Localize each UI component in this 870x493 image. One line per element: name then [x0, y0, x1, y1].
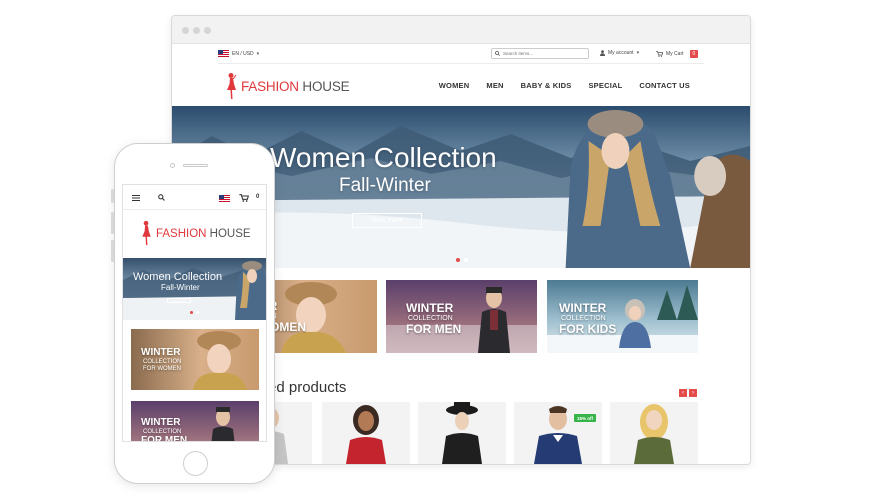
- mobile-screen: 0 FASHION HOUSE Women Collection Fall-Wi…: [122, 184, 267, 442]
- next-arrow-button[interactable]: ›: [689, 389, 697, 397]
- hamburger-icon[interactable]: [132, 195, 140, 201]
- product-image: [442, 402, 482, 464]
- fashion-model-icon: [142, 220, 151, 246]
- phone-home-button: [183, 451, 208, 476]
- product-image: [634, 404, 674, 464]
- account-label: My account: [608, 50, 634, 56]
- user-icon: [600, 50, 605, 56]
- mobile-top-bar: 0: [123, 185, 266, 210]
- product-card[interactable]: 15% off: [514, 402, 602, 464]
- product-image: [534, 406, 582, 464]
- mobile-banner-men-line3: FOR MEN: [141, 435, 188, 442]
- mobile-brand-name: FASHION HOUSE: [156, 228, 251, 240]
- banner-winter-kids[interactable]: WINTER COLLECTION FOR KIDS: [547, 280, 698, 353]
- browser-title-bar: [172, 16, 750, 44]
- window-dot: [193, 27, 200, 34]
- main-navigation: WOMEN MEN BABY & KIDS SPECIAL CONTACT US: [439, 81, 690, 90]
- banner-men-line3: FOR MEN: [406, 322, 462, 336]
- banner-men-line1: WINTER: [406, 301, 454, 315]
- mobile-banner-winter-men[interactable]: WINTER COLLECTION FOR MEN: [131, 401, 259, 442]
- cart-label: My Cart: [666, 51, 684, 57]
- hero-subtitle: Fall-Winter: [339, 175, 431, 196]
- prev-arrow-button[interactable]: ‹: [679, 389, 687, 397]
- mobile-brand-logo[interactable]: FASHION HOUSE: [123, 210, 266, 258]
- search-icon: [495, 51, 500, 56]
- mobile-banner-women-line3: FOR WOMEN: [143, 366, 181, 372]
- site-header: FASHION HOUSE WOMEN MEN BABY & KIDS SPEC…: [218, 64, 704, 106]
- hero-title: Women Collection: [270, 142, 497, 173]
- banner-men-line2: COLLECTION: [408, 315, 453, 322]
- phone-side-button: [111, 212, 114, 234]
- slider-dots: [456, 258, 468, 262]
- mobile-hero-subtitle: Fall-Winter: [161, 283, 200, 292]
- mobile-brand-name-part1: FASHION: [156, 228, 207, 240]
- mobile-view-more-button[interactable]: View more: [167, 298, 191, 303]
- mobile-cart-count: 0: [256, 194, 260, 200]
- nav-item-special[interactable]: SPECIAL: [588, 81, 622, 90]
- product-image: [346, 405, 386, 464]
- search-box[interactable]: [491, 48, 589, 59]
- us-flag-icon: [218, 50, 229, 57]
- search-icon[interactable]: [158, 194, 165, 201]
- view-more-button[interactable]: View more: [352, 213, 422, 228]
- us-flag-icon[interactable]: [219, 195, 230, 202]
- featured-products-heading: ed products: [268, 379, 347, 396]
- discount-badge: 15% off: [573, 414, 596, 422]
- slider-dot[interactable]: [464, 258, 468, 262]
- language-label: EN / USD: [232, 50, 254, 57]
- search-input[interactable]: [503, 51, 583, 56]
- brand-logo[interactable]: FASHION HOUSE: [226, 72, 350, 100]
- window-dot: [204, 27, 211, 34]
- phone-camera: [170, 163, 175, 168]
- phone-speaker: [183, 164, 208, 167]
- mobile-hero-title: Women Collection: [133, 271, 223, 283]
- mobile-banner-winter-women[interactable]: WINTER COLLECTION FOR WOMEN: [131, 329, 259, 390]
- top-bar: EN / USD ▾ My account ▾ My Cart 0: [218, 44, 704, 64]
- banner-kids-line2: COLLECTION: [561, 315, 606, 322]
- showcase-stage: EN / USD ▾ My account ▾ My Cart 0: [0, 0, 870, 493]
- cart-icon[interactable]: [239, 194, 249, 202]
- chevron-down-icon: ▾: [256, 50, 260, 57]
- cart-count-badge: 0: [689, 50, 699, 58]
- banner-kids-line3: FOR KIDS: [559, 322, 617, 336]
- slider-dot-active[interactable]: [456, 258, 460, 262]
- mobile-banner-women-line2: COLLECTION: [143, 359, 182, 365]
- banner-kids-line1: WINTER: [559, 301, 607, 315]
- brand-name-part1: FASHION: [241, 78, 299, 94]
- phone-side-button: [111, 189, 114, 203]
- mobile-slider-dots: [190, 311, 199, 314]
- nav-item-baby-kids[interactable]: BABY & KIDS: [521, 81, 572, 90]
- brand-name: FASHION HOUSE: [241, 78, 350, 94]
- banner-winter-men[interactable]: WINTER COLLECTION FOR MEN: [386, 280, 537, 353]
- nav-item-contact-us[interactable]: CONTACT US: [639, 81, 690, 90]
- nav-item-men[interactable]: MEN: [486, 81, 503, 90]
- product-card[interactable]: [418, 402, 506, 464]
- product-card[interactable]: [322, 402, 410, 464]
- fashion-model-icon: [227, 73, 237, 99]
- slider-dot[interactable]: [196, 311, 199, 314]
- cart-link[interactable]: My Cart 0: [656, 50, 699, 58]
- mobile-banner-women-line1: WINTER: [141, 347, 181, 358]
- language-selector[interactable]: EN / USD ▾: [218, 50, 259, 57]
- nav-item-women[interactable]: WOMEN: [439, 81, 470, 90]
- mobile-hero-slider: Women Collection Fall-Winter View more: [123, 258, 266, 320]
- window-dot: [182, 27, 189, 34]
- product-card[interactable]: [610, 402, 698, 464]
- chevron-down-icon: ▾: [636, 50, 640, 56]
- brand-name-part2: HOUSE: [298, 78, 350, 94]
- phone-side-button: [111, 240, 114, 262]
- mobile-brand-name-part2: HOUSE: [206, 228, 251, 240]
- cart-icon: [656, 51, 663, 57]
- carousel-arrows: ‹ ›: [679, 389, 697, 397]
- account-menu[interactable]: My account ▾: [600, 50, 639, 56]
- slider-dot-active[interactable]: [190, 311, 193, 314]
- mobile-banner-men-line1: WINTER: [141, 417, 181, 428]
- mobile-phone-frame: 0 FASHION HOUSE Women Collection Fall-Wi…: [111, 143, 275, 484]
